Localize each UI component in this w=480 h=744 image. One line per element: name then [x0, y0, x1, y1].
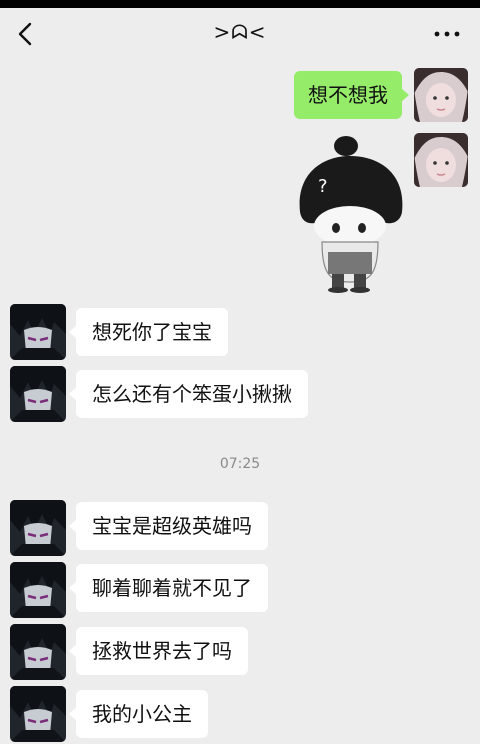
received-message-bubble[interactable]: 我的小公主: [69, 690, 208, 738]
received-message-bubble[interactable]: 宝宝是超级英雄吗: [69, 502, 268, 550]
user-avatar[interactable]: [414, 133, 468, 187]
more-dots-icon[interactable]: [434, 24, 460, 44]
message-timestamp: 07:25: [219, 456, 261, 472]
contact-avatar[interactable]: [10, 562, 66, 618]
chat-title: >ᗣ<: [213, 20, 267, 44]
contact-avatar[interactable]: [10, 500, 66, 556]
chat-header: >ᗣ<: [0, 8, 480, 60]
contact-avatar[interactable]: [10, 366, 66, 422]
status-bar: [0, 0, 480, 8]
contact-avatar[interactable]: [10, 304, 66, 360]
contact-avatar[interactable]: [10, 624, 66, 680]
sticker-question-mark: ?: [318, 176, 328, 197]
user-avatar[interactable]: [414, 68, 468, 122]
received-message-bubble[interactable]: 聊着聊着就不见了: [69, 564, 268, 612]
received-message-bubble[interactable]: 想死你了宝宝: [69, 308, 228, 356]
mushroom-sticker[interactable]: ?: [292, 134, 410, 294]
contact-avatar[interactable]: [10, 686, 66, 742]
received-message-bubble[interactable]: 拯救世界去了吗: [69, 627, 248, 675]
sent-message-bubble[interactable]: 想不想我: [294, 71, 409, 119]
received-message-bubble[interactable]: 怎么还有个笨蛋小揪揪: [69, 370, 308, 418]
